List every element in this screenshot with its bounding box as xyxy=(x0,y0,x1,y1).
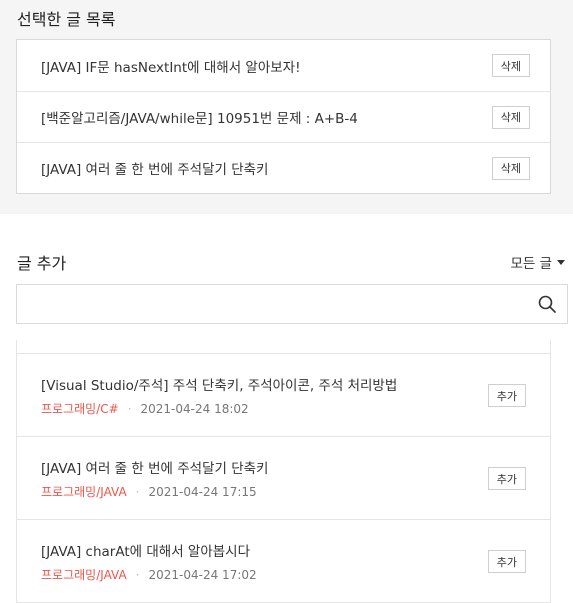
list-item: [Visual Studio/주석] 주석 단축키, 주석아이콘, 주석 처리방… xyxy=(17,354,550,437)
delete-button[interactable]: 삭제 xyxy=(491,105,530,129)
search-button[interactable] xyxy=(527,285,567,323)
post-filter-dropdown[interactable]: 모든 글 xyxy=(510,252,565,272)
add-button[interactable]: 추가 xyxy=(487,467,526,490)
result-meta: 프로그래밍/JAVA · 2021-04-24 17:15 xyxy=(41,483,257,500)
list-item: [JAVA] charAt에 대해서 알아봅시다 프로그래밍/JAVA · 20… xyxy=(17,520,550,603)
selected-post-item: [백준알고리즘/JAVA/while문] 10951번 문제 : A+B-4 삭… xyxy=(17,91,550,142)
result-category: 프로그래밍/JAVA xyxy=(41,485,127,499)
separator-dot: · xyxy=(135,484,140,499)
delete-button[interactable]: 삭제 xyxy=(491,54,530,77)
result-meta: 프로그래밍/JAVA · 2021-04-24 17:02 xyxy=(41,566,257,583)
caret-down-icon xyxy=(557,259,565,265)
selected-post-item: [JAVA] 여러 줄 한 번에 주석달기 단축키 삭제 xyxy=(17,142,550,193)
add-posts-title: 글 추가 xyxy=(17,254,67,273)
result-category: 프로그래밍/JAVA xyxy=(41,568,127,582)
add-posts-header: 글 추가 모든 글 xyxy=(17,250,565,274)
result-date: 2021-04-24 17:15 xyxy=(148,484,257,499)
result-meta: 프로그래밍/C# · 2021-04-24 18:02 xyxy=(41,400,249,417)
selected-post-item: [JAVA] IF문 hasNextInt에 대해서 알아보자! 삭제 xyxy=(17,40,550,91)
add-button[interactable]: 추가 xyxy=(487,384,526,407)
selected-posts-title: 선택한 글 목록 xyxy=(17,10,116,29)
selected-posts-section: 선택한 글 목록 [JAVA] IF문 hasNextInt에 대해서 알아보자… xyxy=(0,0,573,214)
delete-button[interactable]: 삭제 xyxy=(491,156,530,180)
search-input[interactable] xyxy=(17,285,527,323)
search-icon xyxy=(538,295,556,313)
list-item xyxy=(17,340,550,354)
filter-label: 모든 글 xyxy=(510,256,552,272)
selected-post-title: [JAVA] 여러 줄 한 번에 주석달기 단축키 xyxy=(41,162,269,178)
search-results-list[interactable]: [Visual Studio/주석] 주석 단축키, 주석아이콘, 주석 처리방… xyxy=(16,340,551,603)
add-posts-section: 글 추가 모든 글 [Visual Studio/주석] 주석 단축키, 주석아… xyxy=(0,214,573,603)
separator-dot: · xyxy=(135,567,140,582)
list-item: [JAVA] 여러 줄 한 번에 주석달기 단축키 프로그래밍/JAVA · 2… xyxy=(17,437,550,520)
separator-dot: · xyxy=(127,401,132,416)
result-category: 프로그래밍/C# xyxy=(41,402,119,416)
selected-posts-list: [JAVA] IF문 hasNextInt에 대해서 알아보자! 삭제 [백준알… xyxy=(16,39,551,194)
selected-post-title: [JAVA] IF문 hasNextInt에 대해서 알아보자! xyxy=(41,59,301,76)
result-date: 2021-04-24 18:02 xyxy=(140,401,249,416)
result-title: [Visual Studio/주석] 주석 단축키, 주석아이콘, 주석 처리방… xyxy=(41,378,398,394)
result-title: [JAVA] 여러 줄 한 번에 주석달기 단축키 xyxy=(41,461,269,477)
search-box xyxy=(16,284,568,324)
result-title: [JAVA] charAt에 대해서 알아봅시다 xyxy=(41,544,251,560)
add-button[interactable]: 추가 xyxy=(487,550,526,573)
selected-post-title: [백준알고리즘/JAVA/while문] 10951번 문제 : A+B-4 xyxy=(41,111,358,127)
result-date: 2021-04-24 17:02 xyxy=(148,567,257,582)
